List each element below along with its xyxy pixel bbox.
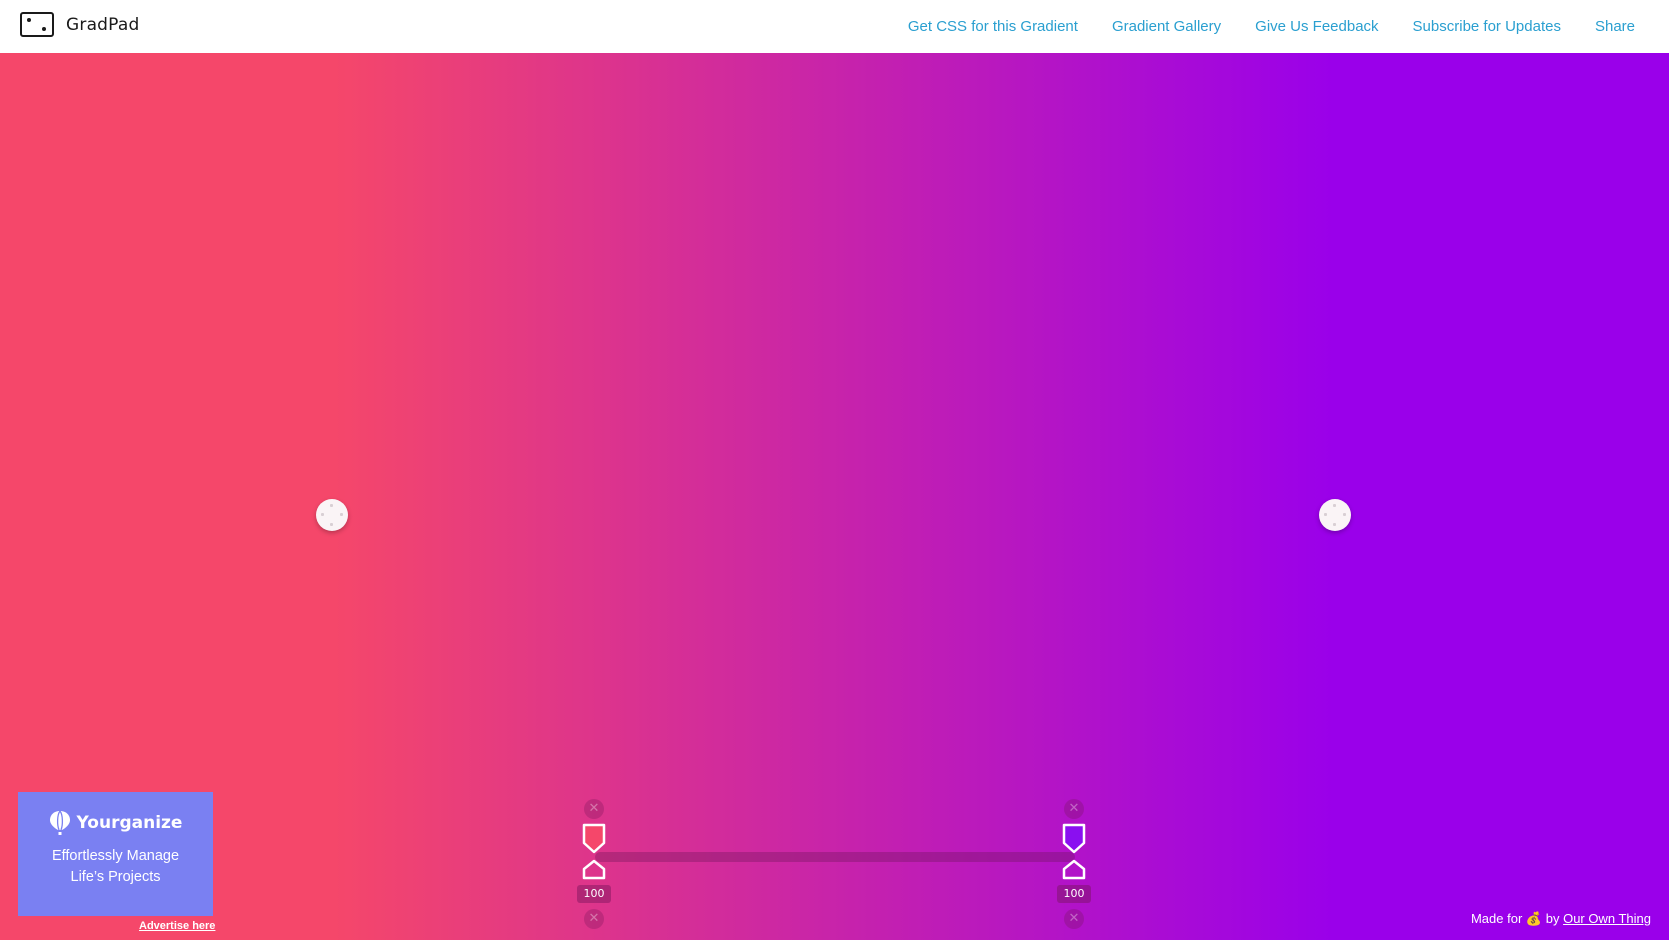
gradient-stops-track[interactable] [595, 852, 1075, 862]
ad-brand: Yourganize [18, 810, 213, 836]
arrow-up-icon [1333, 504, 1336, 507]
dice-frame-icon [20, 12, 54, 37]
close-icon: ✕ [588, 801, 600, 816]
delete-stop-top-button[interactable]: ✕ [1064, 799, 1084, 819]
nav-links: Get CSS for this Gradient Gradient Galle… [874, 0, 1635, 53]
delete-stop-top-button[interactable]: ✕ [584, 799, 604, 819]
money-bag-icon: 💰 [1525, 911, 1543, 926]
ad-tagline-line2: Life’s Projects [70, 869, 161, 885]
close-icon: ✕ [1068, 911, 1080, 926]
arrow-left-icon [321, 513, 324, 516]
ad-tagline-line1: Effortlessly Manage [51, 848, 180, 864]
color-stop-1: ✕ 100 ✕ [574, 797, 614, 932]
close-icon: ✕ [588, 911, 600, 926]
footer-credit: Made for 💰 by Our Own Thing [1471, 911, 1651, 927]
opacity-stop-marker[interactable] [581, 859, 607, 881]
nav-share[interactable]: Share [1595, 18, 1635, 35]
arrow-right-icon [340, 513, 343, 516]
top-navbar: GradPad Get CSS for this Gradient Gradie… [0, 0, 1669, 53]
opacity-stop-marker[interactable] [1061, 859, 1087, 881]
nav-give-feedback[interactable]: Give Us Feedback [1255, 18, 1378, 35]
color-stop-2: ✕ 100 ✕ [1054, 797, 1094, 932]
opacity-value[interactable]: 100 [577, 885, 611, 903]
nav-gradient-gallery[interactable]: Gradient Gallery [1112, 18, 1221, 35]
gradient-canvas[interactable] [0, 53, 1669, 940]
close-icon: ✕ [1068, 801, 1080, 816]
delete-stop-bottom-button[interactable]: ✕ [1064, 909, 1084, 929]
made-for-text: Made for [1470, 911, 1523, 926]
arrow-down-icon [330, 523, 333, 526]
arrow-up-icon [330, 504, 333, 507]
arrow-left-icon [1324, 513, 1327, 516]
opacity-value[interactable]: 100 [1057, 885, 1091, 903]
color-stop-swatch[interactable] [1061, 823, 1087, 855]
color-stop-swatch[interactable] [581, 823, 607, 855]
nav-get-css[interactable]: Get CSS for this Gradient [908, 18, 1078, 35]
advertise-here-link[interactable]: Advertise here [139, 920, 215, 932]
by-text: by [1545, 911, 1560, 926]
our-own-thing-link[interactable]: Our Own Thing [1563, 911, 1651, 926]
logo[interactable]: GradPad [20, 12, 139, 37]
balloon-icon [49, 810, 70, 835]
arrow-down-icon [1333, 523, 1336, 526]
ad-banner[interactable]: Yourganize Effortlessly Manage Life’s Pr… [18, 792, 213, 916]
nav-subscribe[interactable]: Subscribe for Updates [1413, 18, 1561, 35]
ad-brand-name: Yourganize [76, 813, 183, 833]
arrow-right-icon [1343, 513, 1346, 516]
gradient-end-handle[interactable] [1319, 499, 1351, 531]
app-title: GradPad [66, 14, 140, 35]
delete-stop-bottom-button[interactable]: ✕ [584, 909, 604, 929]
gradient-start-handle[interactable] [316, 499, 348, 531]
